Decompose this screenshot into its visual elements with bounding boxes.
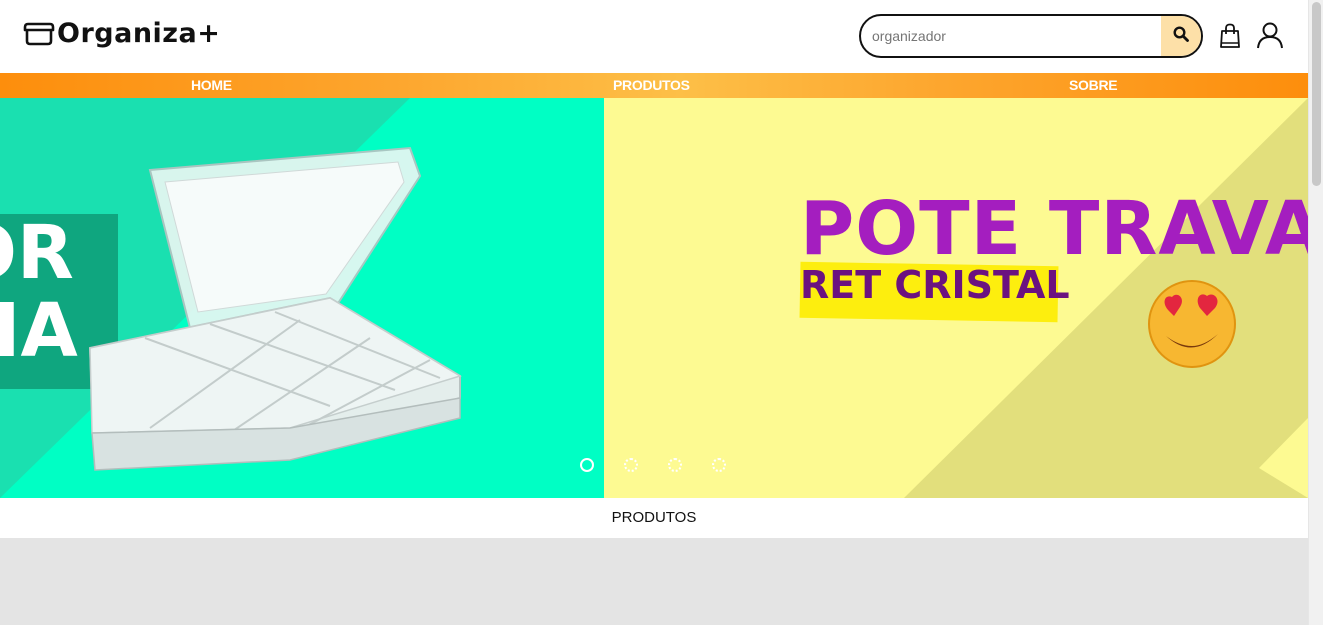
section-title-produtos: PRODUTOS (0, 498, 1308, 538)
main-nav: HOME PRODUTOS SOBRE (0, 73, 1308, 98)
shopping-bag-icon[interactable] (1219, 23, 1241, 49)
logo[interactable]: Organiza+ (22, 18, 220, 50)
logo-text: Organiza+ (57, 18, 221, 49)
heart-eyes-emoji-icon (1148, 280, 1236, 368)
header: Organiza+ (0, 0, 1308, 73)
banner-left-text-1: OR (0, 210, 74, 296)
banner-carousel: OR RIA (0, 98, 1308, 498)
search-button[interactable] (1161, 16, 1201, 56)
banner-right-subtitle: RET CRISTAL (800, 263, 1070, 307)
carousel-dot-1[interactable] (580, 458, 594, 472)
products-area (0, 538, 1308, 625)
carousel-dot-2[interactable] (624, 458, 638, 472)
banner-slide-organizer[interactable]: OR RIA (0, 98, 604, 498)
search-icon (1173, 25, 1189, 47)
banner-right-title: POTE TRAVA (800, 186, 1308, 272)
search-input[interactable] (861, 16, 1161, 56)
banner-left-text-2: RIA (0, 288, 78, 374)
page-scrollbar[interactable] (1308, 0, 1341, 625)
search-bar (859, 14, 1203, 58)
nav-produtos[interactable]: PRODUTOS (613, 73, 690, 98)
box-logo-icon (22, 21, 56, 47)
carousel-dot-4[interactable] (712, 458, 726, 472)
scrollbar-track[interactable] (1308, 0, 1323, 625)
carousel-dot-3[interactable] (668, 458, 682, 472)
scrollbar-thumb[interactable] (1312, 2, 1321, 186)
nav-sobre[interactable]: SOBRE (1069, 73, 1118, 98)
nav-home[interactable]: HOME (191, 73, 232, 98)
user-icon[interactable] (1256, 21, 1284, 49)
page: Organiza+ organizador HOME PRODUTOS SOBR… (0, 0, 1308, 625)
banner-slide-pote-trava[interactable]: POTE TRAVA RET CRISTAL (604, 98, 1308, 498)
